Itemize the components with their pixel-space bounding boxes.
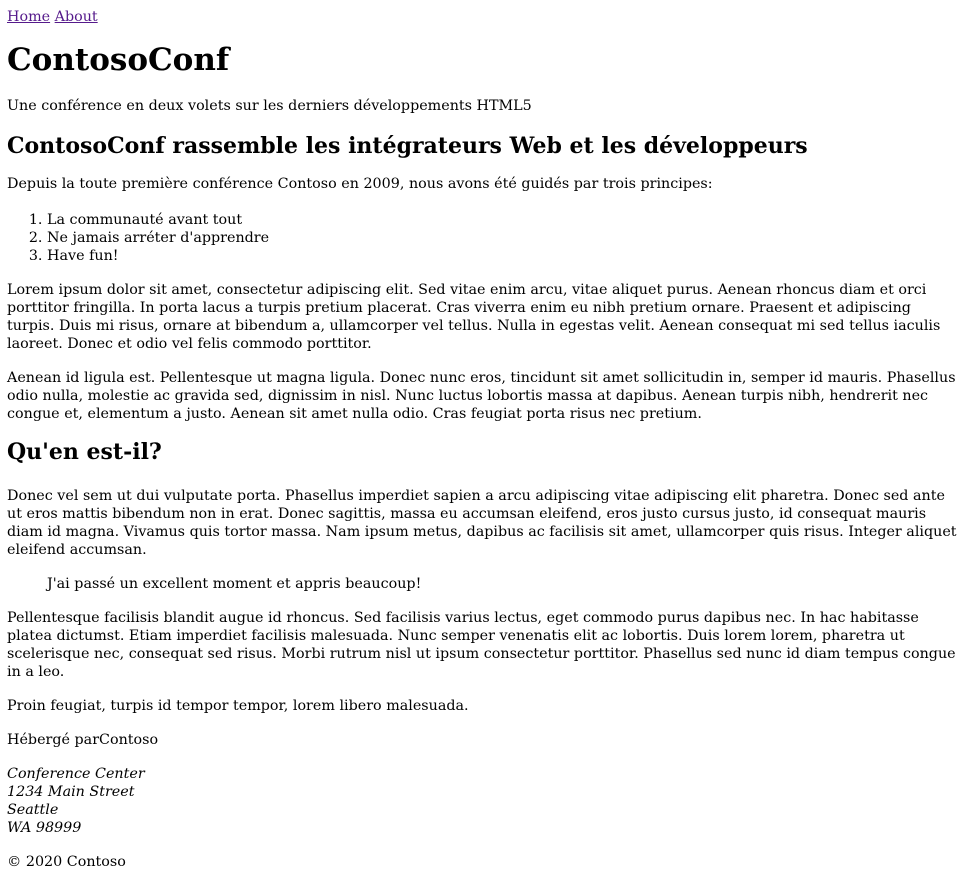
- address-line: WA 98999: [7, 820, 82, 836]
- page: Home About ContosoConf Une conférence en…: [0, 0, 964, 871]
- address-line: Conference Center: [7, 766, 145, 782]
- intro-paragraph: Depuis la toute première conférence Cont…: [7, 176, 713, 192]
- top-nav: Home About: [7, 0, 957, 26]
- body-paragraph: Aenean id ligula est. Pellentesque ut ma…: [7, 370, 956, 422]
- address-line: Seattle: [7, 802, 59, 818]
- address-line: 1234 Main Street: [7, 784, 135, 800]
- body-paragraph: Lorem ipsum dolor sit amet, consectetur …: [7, 282, 941, 352]
- section-intro: ContosoConf rassemble les intégrateurs W…: [7, 133, 957, 423]
- list-item: Have fun!: [47, 247, 957, 265]
- body-paragraph: Proin feugiat, turpis id tempor tempor, …: [7, 698, 469, 714]
- page-title: ContosoConf: [7, 42, 230, 78]
- tagline: Une conférence en deux volets sur les de…: [7, 98, 532, 114]
- hosted-by: Hébergé parContoso: [7, 731, 957, 749]
- body-paragraph: Donec vel sem ut dui vulputate porta. Ph…: [7, 488, 957, 558]
- principles-list: La communauté avant tout Ne jamais arrét…: [7, 211, 957, 265]
- copyright: © 2020 Contoso: [7, 854, 126, 870]
- body-paragraph: Pellentesque facilisis blandit augue id …: [7, 610, 956, 680]
- nav-link-home[interactable]: Home: [7, 9, 50, 25]
- testimonial-quote: J'ai passé un excellent moment et appris…: [47, 576, 422, 592]
- page-header: ContosoConf Une conférence en deux volet…: [7, 42, 957, 115]
- nav-link-about[interactable]: About: [55, 9, 98, 25]
- section-about: Qu'en est-il? Donec vel sem ut dui vulpu…: [7, 439, 957, 715]
- page-footer: Hébergé parContoso Conference Center 123…: [7, 731, 957, 871]
- section-heading-intro: ContosoConf rassemble les intégrateurs W…: [7, 133, 808, 159]
- list-item: La communauté avant tout: [47, 211, 957, 229]
- hosted-label: Hébergé par: [7, 732, 100, 748]
- venue-address: Conference Center 1234 Main Street Seatt…: [7, 765, 957, 837]
- list-item: Ne jamais arréter d'apprendre: [47, 229, 957, 247]
- section-heading-about: Qu'en est-il?: [7, 439, 162, 465]
- hosted-name: Contoso: [99, 732, 159, 748]
